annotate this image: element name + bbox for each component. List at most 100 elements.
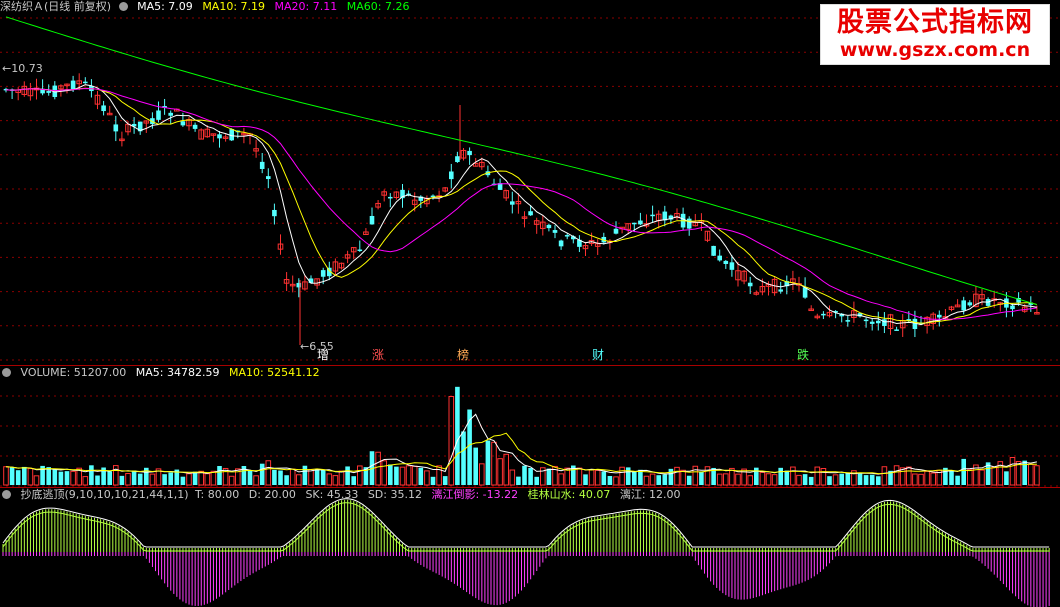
volume-bar	[149, 473, 156, 486]
settings-circle-icon[interactable]	[2, 368, 11, 377]
volume-bar	[674, 466, 680, 486]
candle-body	[894, 329, 899, 331]
candle-body	[180, 121, 186, 126]
volume-bar	[613, 476, 619, 486]
volume-bar	[583, 474, 588, 485]
candle-body	[192, 124, 198, 129]
candle-body	[882, 319, 887, 326]
volume-bar	[1034, 465, 1040, 486]
indicator-t: T: 80.00	[195, 488, 240, 501]
indicator-lijiang-daoying: 漓江倒影: -13.22	[431, 488, 519, 501]
indicator-name: 抄底逃顶(9,10,10,10,21,44,1,1)	[20, 488, 189, 501]
volume-bar	[601, 471, 607, 485]
volume-bar	[302, 465, 308, 485]
candle-body	[863, 319, 869, 322]
volume-bar	[107, 471, 112, 485]
candle-body	[729, 262, 735, 270]
volume-panel[interactable]: VOLUME: 51207.00 MA5: 34782.59 MA10: 525…	[0, 366, 1060, 487]
volume-bar	[692, 465, 699, 486]
indicator-panel[interactable]: 抄底逃顶(9,10,10,10,21,44,1,1) T: 80.00 D: 2…	[0, 488, 1060, 607]
event-marker-zhang[interactable]: 涨	[372, 346, 384, 363]
volume-bar	[546, 468, 552, 485]
volume-bar	[759, 471, 766, 486]
event-marker-die[interactable]: 跌	[797, 346, 809, 363]
candle-body	[259, 161, 265, 169]
volume-bar	[955, 475, 960, 485]
candle-body	[558, 240, 564, 247]
watermark-url: www.gszx.com.cn	[839, 39, 1031, 61]
volume-bar	[375, 451, 381, 486]
volume-bar	[790, 466, 796, 486]
volume-bar	[881, 466, 888, 486]
volume-bar	[46, 467, 51, 485]
ma10-label: MA10: 7.19	[202, 0, 266, 13]
volume-bar	[802, 474, 808, 485]
volume-bar	[162, 474, 167, 485]
volume-bar	[961, 458, 966, 485]
volume-bar	[662, 474, 668, 485]
candle-body	[613, 228, 619, 234]
candle-body	[455, 156, 460, 163]
volume-bar	[558, 473, 564, 486]
volume-bar	[771, 474, 778, 486]
volume-bar	[808, 476, 814, 485]
high-price-marker: ←10.73	[2, 62, 43, 75]
volume-bar	[405, 465, 412, 486]
volume-bar	[272, 469, 277, 485]
volume-bar	[716, 473, 723, 486]
volume-bar	[607, 475, 613, 485]
volume-bar	[699, 471, 704, 485]
candle-body	[821, 313, 826, 316]
price-header: 深纺织Ａ(日线 前复权) MA5: 7.09 MA10: 7.19 MA20: …	[0, 0, 415, 14]
stock-name[interactable]: 深纺织Ａ(日线 前复权)	[0, 0, 111, 13]
candle-body	[272, 209, 277, 217]
volume-bar	[314, 469, 320, 485]
volume-bar	[33, 475, 40, 486]
volume-ma10-label: MA10: 52541.12	[228, 366, 320, 379]
volume-bar	[284, 475, 289, 485]
volume-bar	[638, 469, 643, 485]
volume-bar	[131, 470, 137, 485]
volume-bar	[15, 470, 21, 485]
candle-body	[510, 201, 515, 205]
event-marker-cai[interactable]: 财	[592, 346, 604, 363]
event-marker-bang[interactable]: 榜	[457, 346, 469, 363]
event-marker-zeng[interactable]: 增	[317, 346, 329, 363]
volume-bar	[320, 469, 326, 485]
indicator-chart[interactable]	[0, 488, 1060, 607]
indicator-sk: SK: 45.33	[305, 488, 359, 501]
indicator-header: 抄底逃顶(9,10,10,10,21,44,1,1) T: 80.00 D: 2…	[0, 488, 687, 502]
volume-bar	[509, 469, 516, 486]
volume-bar	[259, 463, 265, 485]
volume-bar	[9, 467, 15, 485]
candle-body	[686, 218, 692, 229]
volume-bar	[784, 470, 790, 485]
candle-body	[101, 105, 106, 112]
candle-body	[528, 211, 533, 216]
volume-bar	[278, 470, 283, 485]
volume-bar	[686, 475, 692, 485]
candle-body	[711, 245, 716, 256]
settings-circle-icon[interactable]	[118, 2, 128, 11]
volume-bar	[461, 431, 466, 485]
volume-ma5-label: MA5: 34782.59	[135, 366, 220, 379]
candle-body	[266, 176, 271, 180]
volume-bar	[668, 468, 674, 485]
candle-body	[717, 255, 722, 261]
volume-bar	[839, 473, 844, 485]
volume-bar	[491, 441, 497, 486]
volume-bar	[430, 476, 436, 485]
ma20-label: MA20: 7.11	[274, 0, 338, 13]
volume-bar	[594, 469, 601, 486]
volume-ma5-line	[5, 413, 1037, 475]
volume-bar	[217, 466, 222, 485]
volume-bar	[778, 467, 783, 485]
volume-bar	[588, 469, 595, 486]
volume-bar	[534, 476, 539, 485]
volume-bar	[625, 467, 631, 485]
volume-bar	[516, 476, 521, 485]
volume-bar	[1004, 471, 1009, 485]
volume-bar	[137, 473, 143, 485]
settings-circle-icon[interactable]	[2, 490, 11, 499]
volume-chart[interactable]	[0, 366, 1060, 487]
